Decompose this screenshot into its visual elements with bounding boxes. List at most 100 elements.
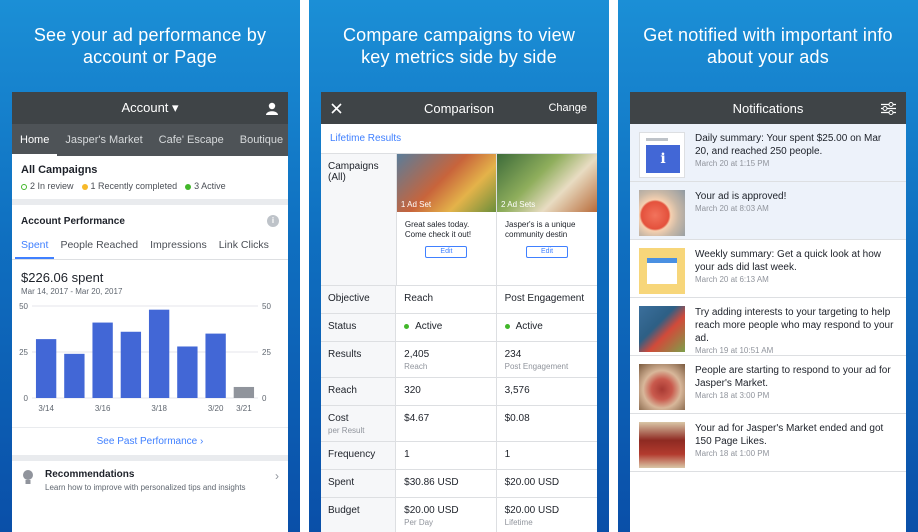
recommendations-row[interactable]: Recommendations Learn how to improve wit…	[12, 461, 288, 501]
notification-text: Your ad for Jasper's Market ended and go…	[695, 423, 884, 447]
notification-time: March 18 at 3:00 PM	[695, 391, 770, 400]
notification-time: March 20 at 8:03 AM	[695, 204, 769, 213]
headline: See your ad performance by account or Pa…	[33, 25, 267, 67]
active-dot-icon	[185, 183, 192, 190]
navbar: Account ▾	[12, 92, 288, 124]
nav-title: Comparison	[423, 100, 495, 116]
tab-jaspers-market[interactable]: Jasper's Market	[57, 124, 150, 156]
notification-item[interactable]: Try adding interests to your targeting t…	[630, 298, 906, 356]
campaign-1-value: Active	[396, 314, 497, 341]
change-button[interactable]: Change	[548, 92, 587, 124]
comparison-row: Reach 320 3,576	[321, 378, 597, 406]
campaign-1-value: Reach	[396, 286, 497, 313]
y-tick-label: 25	[19, 348, 28, 357]
notification-item[interactable]: Your ad for Jasper's Market ended and go…	[630, 414, 906, 472]
row-label: Status	[321, 314, 397, 341]
campaign-image-vegetables: 1 Ad Set	[396, 154, 496, 212]
metric-tabs: Spent People Reached Impressions Link Cl…	[12, 233, 288, 260]
x-tick-label: 3/20	[208, 404, 224, 413]
row-label: Budget	[321, 498, 397, 532]
bar[interactable]	[177, 346, 198, 398]
x-tick-label: 3/21	[236, 404, 252, 413]
campaign-2-value: Post Engagement	[504, 293, 585, 304]
notification-time: March 18 at 1:00 PM	[695, 449, 770, 458]
notification-item[interactable]: i Daily summary: Your spent $25.00 on Mar…	[630, 124, 906, 182]
campaign-2-value: 3,576	[504, 385, 530, 396]
ad-set-count: 1 Ad Set	[400, 200, 432, 209]
campaign-image-salad: 2 Ad Sets	[497, 154, 597, 212]
notification-item[interactable]: Weekly summary: Get a quick look at how …	[630, 240, 906, 298]
notification-text: Daily summary: Your spent $25.00 on Mar …	[695, 133, 882, 157]
campaign-2-value: Active	[497, 314, 597, 341]
notification-item[interactable]: Your ad is approved! March 20 at 8:03 AM	[630, 182, 906, 240]
campaign-1-value: $20.00 USD Per Day	[396, 498, 497, 532]
bar[interactable]	[35, 339, 57, 398]
bar[interactable]	[205, 333, 226, 398]
row-label: Spent	[321, 470, 397, 497]
panel-comparison: Compare campaigns to view key metrics si…	[309, 0, 609, 532]
legend-active: 3 Active	[185, 181, 226, 191]
legend-in-review: 2 In review	[21, 181, 74, 191]
panel-notifications: Get notified with important info about y…	[618, 0, 918, 532]
campaign-2-value: 234 Post Engagement	[504, 349, 569, 371]
navbar: Notifications	[630, 92, 906, 124]
spent-bar-chart: 50 50 25 25 0 0 3/14 3/16 3/18 3/20 3/21	[19, 302, 271, 413]
bar[interactable]	[233, 386, 255, 398]
row-label: Frequency	[321, 442, 397, 469]
campaign-2-value: $20.00 USD Lifetime	[504, 505, 560, 527]
campaign-1-value: $4.67	[396, 406, 497, 441]
lifetime-results-link[interactable]: Lifetime Results	[321, 124, 597, 154]
campaign-text: Jasper's is a unique community destin	[505, 220, 576, 239]
y-tick-label: 50	[19, 302, 28, 311]
close-icon[interactable]	[331, 92, 342, 124]
campaign-text: Great sales today. Come check it out!	[404, 220, 472, 239]
tab-impressions[interactable]: Impressions	[144, 233, 213, 259]
row-label: Results	[321, 342, 397, 377]
account-dropdown[interactable]: Account ▾	[121, 100, 178, 116]
account-performance-title: Account Performance	[21, 215, 125, 227]
spent-summary: $226.06 spent Mar 14, 2017 - Mar 20, 201…	[12, 260, 288, 296]
notification-item[interactable]: People are starting to respond to your a…	[630, 356, 906, 414]
notification-content: Your ad for Jasper's Market ended and go…	[695, 422, 897, 463]
info-icon: i	[639, 132, 685, 178]
edit-button[interactable]: Edit	[425, 246, 468, 258]
settings-sliders-icon[interactable]	[881, 92, 896, 124]
page-tabs: Home Jasper's Market Cafe' Escape Boutiq…	[12, 124, 288, 156]
campaign-card-1: 1 Ad Set Great sales today. Come check i…	[396, 154, 497, 285]
see-past-performance-link[interactable]: See Past Performance ›	[12, 427, 288, 461]
tab-spent[interactable]: Spent	[15, 233, 55, 259]
recommendations-text: Recommendations Learn how to improve wit…	[45, 469, 265, 493]
produce-image	[639, 306, 685, 352]
bar[interactable]	[92, 322, 113, 398]
bar[interactable]	[148, 309, 170, 398]
notification-time: March 20 at 1:15 PM	[695, 159, 770, 168]
bar[interactable]	[64, 353, 85, 398]
edit-button[interactable]: Edit	[526, 246, 568, 258]
completed-dot-icon	[81, 183, 88, 190]
campaign-status-legend: 2 In review 1 Recently completed 3 Activ…	[21, 181, 279, 191]
campaign-1-value: 320	[396, 378, 497, 405]
tab-cafe-escape[interactable]: Cafe' Escape	[151, 124, 232, 156]
notification-content: Try adding interests to your targeting t…	[695, 306, 897, 355]
spent-range: Mar 14, 2017 - Mar 20, 2017	[21, 287, 123, 296]
notification-text: Your ad is approved!	[695, 191, 787, 202]
campaign-card-2: 2 Ad Sets Jasper's is a unique community…	[497, 154, 597, 285]
tab-people-reached[interactable]: People Reached	[54, 233, 144, 259]
info-icon[interactable]: i	[267, 215, 279, 227]
tab-home[interactable]: Home	[12, 124, 58, 156]
bar[interactable]	[120, 331, 142, 398]
profile-icon[interactable]	[266, 92, 278, 124]
y-tick-label: 50	[262, 302, 271, 311]
legend-recently-completed: 1 Recently completed	[81, 181, 177, 191]
phone-screen: Account ▾ Home Jasper's Market Cafe' Esc…	[12, 92, 288, 532]
notification-time: March 20 at 6:13 AM	[695, 275, 769, 284]
comparison-row: Budget $20.00 USD Per Day $20.00 USD Lifetim…	[321, 498, 597, 532]
x-tick-label: 3/14	[38, 404, 54, 413]
comparison-row: Results 2,405 Reach 234 Post Engagement	[321, 342, 597, 378]
tab-link-clicks[interactable]: Link Clicks	[213, 233, 275, 259]
campaign-2-value: $0.08	[504, 413, 530, 424]
tab-boutique[interactable]: Boutique	[232, 124, 288, 156]
lightbulb-icon	[23, 470, 33, 484]
notification-list: i Daily summary: Your spent $25.00 on Mar…	[630, 124, 906, 472]
all-campaigns-section[interactable]: All Campaigns 2 In review 1 Recently com…	[12, 156, 288, 205]
